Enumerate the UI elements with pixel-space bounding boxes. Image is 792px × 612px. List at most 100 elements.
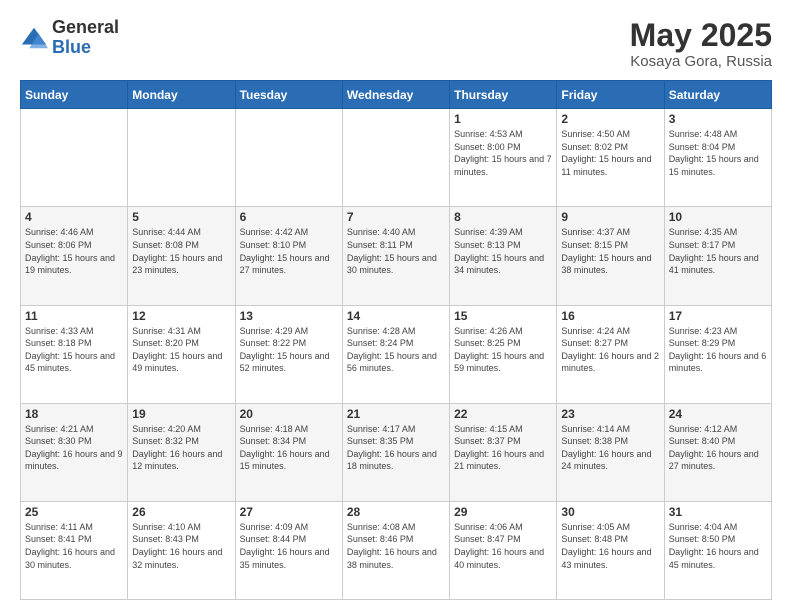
logo-general: General bbox=[52, 18, 119, 38]
day-info: Sunrise: 4:24 AM Sunset: 8:27 PM Dayligh… bbox=[561, 325, 659, 375]
calendar-cell: 7Sunrise: 4:40 AM Sunset: 8:11 PM Daylig… bbox=[342, 207, 449, 305]
day-info: Sunrise: 4:28 AM Sunset: 8:24 PM Dayligh… bbox=[347, 325, 445, 375]
calendar-cell: 13Sunrise: 4:29 AM Sunset: 8:22 PM Dayli… bbox=[235, 305, 342, 403]
weekday-header-wednesday: Wednesday bbox=[342, 81, 449, 109]
day-number: 23 bbox=[561, 407, 659, 421]
header: General Blue May 2025 Kosaya Gora, Russi… bbox=[20, 18, 772, 70]
day-info: Sunrise: 4:21 AM Sunset: 8:30 PM Dayligh… bbox=[25, 423, 123, 473]
day-number: 21 bbox=[347, 407, 445, 421]
calendar-cell: 21 Sunrise: 4:17 AM Sunset: 8:35 PM Dayli… bbox=[342, 403, 449, 501]
day-info: Sunrise: 4:50 AM Sunset: 8:02 PM Dayligh… bbox=[561, 128, 659, 178]
calendar-cell: 19 Sunrise: 4:20 AM Sunset: 8:32 PM Dayli… bbox=[128, 403, 235, 501]
day-info: Sunrise: 4:23 AM Sunset: 8:29 PM Dayligh… bbox=[669, 325, 767, 375]
calendar-cell bbox=[21, 109, 128, 207]
day-info: Sunrise: 4:53 AM Sunset: 8:00 PM Dayligh… bbox=[454, 128, 552, 178]
logo-icon bbox=[20, 24, 48, 52]
day-info: Sunrise: 4:46 AM Sunset: 8:06 PM Dayligh… bbox=[25, 226, 123, 276]
calendar-cell: 4 Sunrise: 4:46 AM Sunset: 8:06 PM Daylig… bbox=[21, 207, 128, 305]
day-number: 31 bbox=[669, 505, 767, 519]
day-number: 25 bbox=[25, 505, 123, 519]
calendar-cell: 5 Sunrise: 4:44 AM Sunset: 8:08 PM Daylig… bbox=[128, 207, 235, 305]
day-info: Sunrise: 4:44 AM Sunset: 8:08 PM Dayligh… bbox=[132, 226, 230, 276]
day-info: Sunrise: 4:11 AM Sunset: 8:41 PM Dayligh… bbox=[25, 521, 123, 571]
day-number: 27 bbox=[240, 505, 338, 519]
day-info: Sunrise: 4:26 AM Sunset: 8:25 PM Dayligh… bbox=[454, 325, 552, 375]
day-number: 28 bbox=[347, 505, 445, 519]
day-info: Sunrise: 4:31 AM Sunset: 8:20 PM Dayligh… bbox=[132, 325, 230, 375]
day-number: 11 bbox=[25, 309, 123, 323]
day-number: 22 bbox=[454, 407, 552, 421]
calendar-cell bbox=[235, 109, 342, 207]
day-info: Sunrise: 4:08 AM Sunset: 8:46 PM Dayligh… bbox=[347, 521, 445, 571]
week-row-3: 11 Sunrise: 4:33 AM Sunset: 8:18 PM Dayli… bbox=[21, 305, 772, 403]
day-number: 4 bbox=[25, 210, 123, 224]
day-number: 10 bbox=[669, 210, 767, 224]
calendar-cell bbox=[128, 109, 235, 207]
day-info: Sunrise: 4:04 AM Sunset: 8:50 PM Dayligh… bbox=[669, 521, 767, 571]
day-info: Sunrise: 4:10 AM Sunset: 8:43 PM Dayligh… bbox=[132, 521, 230, 571]
calendar-cell: 6Sunrise: 4:42 AM Sunset: 8:10 PM Daylig… bbox=[235, 207, 342, 305]
day-info: Sunrise: 4:29 AM Sunset: 8:22 PM Dayligh… bbox=[240, 325, 338, 375]
day-number: 30 bbox=[561, 505, 659, 519]
calendar-cell: 3 Sunrise: 4:48 AM Sunset: 8:04 PM Daylig… bbox=[664, 109, 771, 207]
calendar-cell: 26 Sunrise: 4:10 AM Sunset: 8:43 PM Dayli… bbox=[128, 501, 235, 599]
day-info: Sunrise: 4:33 AM Sunset: 8:18 PM Dayligh… bbox=[25, 325, 123, 375]
week-row-2: 4 Sunrise: 4:46 AM Sunset: 8:06 PM Daylig… bbox=[21, 207, 772, 305]
day-number: 20 bbox=[240, 407, 338, 421]
calendar-cell: 28 Sunrise: 4:08 AM Sunset: 8:46 PM Dayli… bbox=[342, 501, 449, 599]
calendar-cell: 20 Sunrise: 4:18 AM Sunset: 8:34 PM Dayli… bbox=[235, 403, 342, 501]
day-number: 19 bbox=[132, 407, 230, 421]
day-info: Sunrise: 4:15 AM Sunset: 8:37 PM Dayligh… bbox=[454, 423, 552, 473]
weekday-header-monday: Monday bbox=[128, 81, 235, 109]
day-number: 15 bbox=[454, 309, 552, 323]
calendar-cell: 14Sunrise: 4:28 AM Sunset: 8:24 PM Dayli… bbox=[342, 305, 449, 403]
calendar-cell: 27Sunrise: 4:09 AM Sunset: 8:44 PM Dayli… bbox=[235, 501, 342, 599]
calendar-cell: 30 Sunrise: 4:05 AM Sunset: 8:48 PM Dayli… bbox=[557, 501, 664, 599]
day-info: Sunrise: 4:12 AM Sunset: 8:40 PM Dayligh… bbox=[669, 423, 767, 473]
calendar-cell: 29Sunrise: 4:06 AM Sunset: 8:47 PM Dayli… bbox=[450, 501, 557, 599]
day-number: 16 bbox=[561, 309, 659, 323]
subtitle: Kosaya Gora, Russia bbox=[630, 53, 772, 70]
day-number: 8 bbox=[454, 210, 552, 224]
week-row-5: 25 Sunrise: 4:11 AM Sunset: 8:41 PM Dayli… bbox=[21, 501, 772, 599]
day-info: Sunrise: 4:39 AM Sunset: 8:13 PM Dayligh… bbox=[454, 226, 552, 276]
logo-text: General Blue bbox=[52, 18, 119, 58]
day-number: 18 bbox=[25, 407, 123, 421]
day-number: 24 bbox=[669, 407, 767, 421]
day-number: 26 bbox=[132, 505, 230, 519]
logo: General Blue bbox=[20, 18, 119, 58]
calendar-cell: 22 Sunrise: 4:15 AM Sunset: 8:37 PM Dayli… bbox=[450, 403, 557, 501]
main-title: May 2025 bbox=[630, 18, 772, 53]
day-info: Sunrise: 4:20 AM Sunset: 8:32 PM Dayligh… bbox=[132, 423, 230, 473]
day-info: Sunrise: 4:14 AM Sunset: 8:38 PM Dayligh… bbox=[561, 423, 659, 473]
calendar-cell: 23 Sunrise: 4:14 AM Sunset: 8:38 PM Dayli… bbox=[557, 403, 664, 501]
day-info: Sunrise: 4:17 AM Sunset: 8:35 PM Dayligh… bbox=[347, 423, 445, 473]
weekday-header-tuesday: Tuesday bbox=[235, 81, 342, 109]
calendar-cell: 1 Sunrise: 4:53 AM Sunset: 8:00 PM Daylig… bbox=[450, 109, 557, 207]
calendar-cell: 16 Sunrise: 4:24 AM Sunset: 8:27 PM Dayli… bbox=[557, 305, 664, 403]
weekday-header-thursday: Thursday bbox=[450, 81, 557, 109]
day-info: Sunrise: 4:06 AM Sunset: 8:47 PM Dayligh… bbox=[454, 521, 552, 571]
title-block: May 2025 Kosaya Gora, Russia bbox=[630, 18, 772, 70]
day-number: 1 bbox=[454, 112, 552, 126]
calendar-cell: 17Sunrise: 4:23 AM Sunset: 8:29 PM Dayli… bbox=[664, 305, 771, 403]
day-info: Sunrise: 4:42 AM Sunset: 8:10 PM Dayligh… bbox=[240, 226, 338, 276]
day-info: Sunrise: 4:48 AM Sunset: 8:04 PM Dayligh… bbox=[669, 128, 767, 178]
calendar-cell: 8 Sunrise: 4:39 AM Sunset: 8:13 PM Daylig… bbox=[450, 207, 557, 305]
calendar-cell: 10 Sunrise: 4:35 AM Sunset: 8:17 PM Dayli… bbox=[664, 207, 771, 305]
weekday-header-sunday: Sunday bbox=[21, 81, 128, 109]
calendar-cell: 9Sunrise: 4:37 AM Sunset: 8:15 PM Daylig… bbox=[557, 207, 664, 305]
calendar-cell: 31 Sunrise: 4:04 AM Sunset: 8:50 PM Dayli… bbox=[664, 501, 771, 599]
day-info: Sunrise: 4:05 AM Sunset: 8:48 PM Dayligh… bbox=[561, 521, 659, 571]
calendar-cell: 15 Sunrise: 4:26 AM Sunset: 8:25 PM Dayli… bbox=[450, 305, 557, 403]
day-number: 7 bbox=[347, 210, 445, 224]
weekday-header-saturday: Saturday bbox=[664, 81, 771, 109]
weekday-header-row: SundayMondayTuesdayWednesdayThursdayFrid… bbox=[21, 81, 772, 109]
weekday-header-friday: Friday bbox=[557, 81, 664, 109]
day-number: 5 bbox=[132, 210, 230, 224]
day-info: Sunrise: 4:35 AM Sunset: 8:17 PM Dayligh… bbox=[669, 226, 767, 276]
week-row-1: 1 Sunrise: 4:53 AM Sunset: 8:00 PM Daylig… bbox=[21, 109, 772, 207]
day-info: Sunrise: 4:18 AM Sunset: 8:34 PM Dayligh… bbox=[240, 423, 338, 473]
day-number: 3 bbox=[669, 112, 767, 126]
calendar-cell: 2Sunrise: 4:50 AM Sunset: 8:02 PM Daylig… bbox=[557, 109, 664, 207]
